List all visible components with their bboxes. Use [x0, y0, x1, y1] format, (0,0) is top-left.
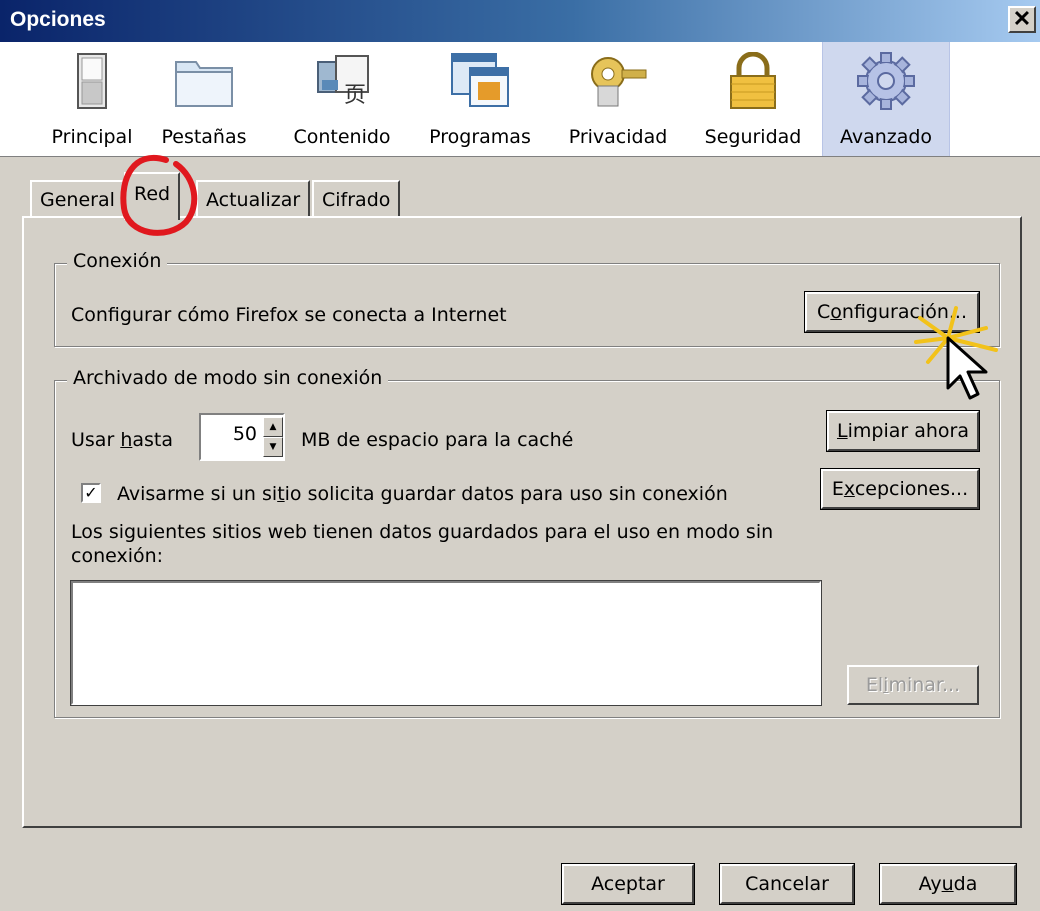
spin-down-button[interactable]: ▼	[263, 437, 283, 457]
cache-units-label: MB de espacio para la caché	[301, 429, 574, 451]
cancel-button[interactable]: Cancelar	[719, 863, 855, 905]
pane-label: Privacidad	[568, 126, 668, 148]
pane-label: Avanzado	[839, 126, 933, 148]
spin-up-button[interactable]: ▲	[263, 417, 283, 437]
pane-seguridad[interactable]: Seguridad	[696, 42, 810, 156]
svg-text:页: 页	[344, 83, 366, 108]
pane-label: Contenido	[293, 126, 391, 148]
accelerator-key: u	[941, 873, 954, 895]
button-text: Aceptar	[591, 873, 665, 895]
notify-offline-checkbox[interactable]: ✓	[81, 483, 101, 503]
cache-size-value: 50	[232, 423, 257, 445]
close-icon: ✕	[1012, 6, 1032, 31]
gear-icon	[857, 52, 915, 110]
label-text: io solicita guardar datos para uso sin c…	[284, 483, 728, 505]
label-text: Avisarme si un si	[117, 483, 278, 505]
arrow-down-icon: ▼	[269, 442, 277, 452]
button-text: Cancelar	[745, 873, 829, 895]
highlight-circle	[120, 155, 198, 236]
accelerator-key: x	[843, 478, 855, 500]
cache-size-spinner[interactable]: 50 ▲ ▼	[199, 413, 285, 461]
pane-label: Principal	[51, 126, 133, 148]
connection-description: Configurar cómo Firefox se conecta a Int…	[71, 304, 507, 326]
exceptions-button[interactable]: Excepciones...	[820, 468, 980, 510]
offline-legend: Archivado de modo sin conexión	[67, 367, 389, 389]
accelerator-key: o	[830, 301, 842, 323]
clear-now-button[interactable]: Limpiar ahora	[826, 410, 980, 452]
button-text: E	[831, 478, 844, 500]
pane-programas[interactable]: Programas	[418, 42, 542, 156]
accelerator-key: h	[120, 429, 133, 451]
tab-label: Cifrado	[322, 189, 391, 211]
close-button[interactable]: ✕	[1008, 6, 1036, 33]
options-dialog: Opciones ✕ Principal Pestañas 页 Contenid…	[0, 0, 1040, 911]
padlock-icon	[730, 52, 776, 109]
remove-site-button[interactable]: Eliminar...	[847, 665, 979, 705]
pane-contenido[interactable]: 页 Contenido	[282, 42, 402, 156]
switch-icon	[77, 53, 107, 109]
button-text: minar...	[888, 674, 961, 696]
button-text: cepciones...	[854, 478, 969, 500]
tab-actualizar[interactable]: Actualizar	[196, 180, 311, 218]
preferences-toolbar: Principal Pestañas 页 Contenido Programas…	[0, 42, 1040, 157]
label-text: asta	[132, 429, 173, 451]
pane-label: Pestañas	[161, 126, 247, 148]
connection-groupbox: Conexión Configurar cómo Firefox se cone…	[54, 250, 1000, 347]
offline-sites-list[interactable]	[70, 580, 822, 706]
key-lock-icon	[591, 57, 647, 107]
pane-avanzado[interactable]: Avanzado	[822, 42, 950, 156]
pane-privacidad[interactable]: Privacidad	[558, 42, 678, 156]
label-text: Usar	[71, 429, 121, 451]
checkmark-icon: ✓	[84, 483, 98, 502]
button-text: El	[865, 674, 884, 696]
button-text: da	[953, 873, 978, 895]
button-text: impiar ahora	[847, 420, 969, 442]
offline-sites-label-line1: Los siguientes sitios web tienen datos g…	[71, 521, 774, 543]
notify-offline-label: Avisarme si un sitio solicita guardar da…	[117, 483, 728, 505]
content-icon: 页	[317, 55, 369, 108]
button-text: Ay	[918, 873, 942, 895]
folder-tabs-icon	[175, 61, 233, 107]
window-title: Opciones	[10, 8, 106, 31]
pane-principal[interactable]: Principal	[40, 42, 144, 156]
pane-label: Programas	[429, 126, 531, 148]
connection-legend: Conexión	[67, 250, 168, 272]
pane-pestanas[interactable]: Pestañas	[152, 42, 256, 156]
help-button[interactable]: Ayuda	[879, 863, 1017, 905]
tab-panel-red: Conexión Configurar cómo Firefox se cone…	[22, 216, 1022, 828]
offline-sites-label-line2: conexión:	[71, 545, 164, 567]
use-up-to-label: Usar hasta	[71, 429, 173, 451]
pane-label: Seguridad	[704, 126, 802, 148]
applications-icon	[451, 53, 509, 107]
tab-label: Actualizar	[206, 189, 301, 211]
tab-cifrado[interactable]: Cifrado	[312, 180, 401, 218]
accept-button[interactable]: Aceptar	[561, 863, 695, 905]
accelerator-key: t	[277, 483, 285, 505]
button-text: C	[817, 301, 831, 323]
offline-groupbox: Archivado de modo sin conexión Usar hast…	[54, 367, 1000, 718]
title-bar: Opciones ✕	[0, 0, 1040, 42]
accelerator-key: L	[837, 420, 848, 442]
arrow-up-icon: ▲	[269, 422, 277, 432]
mouse-cursor-highlight	[914, 306, 998, 400]
